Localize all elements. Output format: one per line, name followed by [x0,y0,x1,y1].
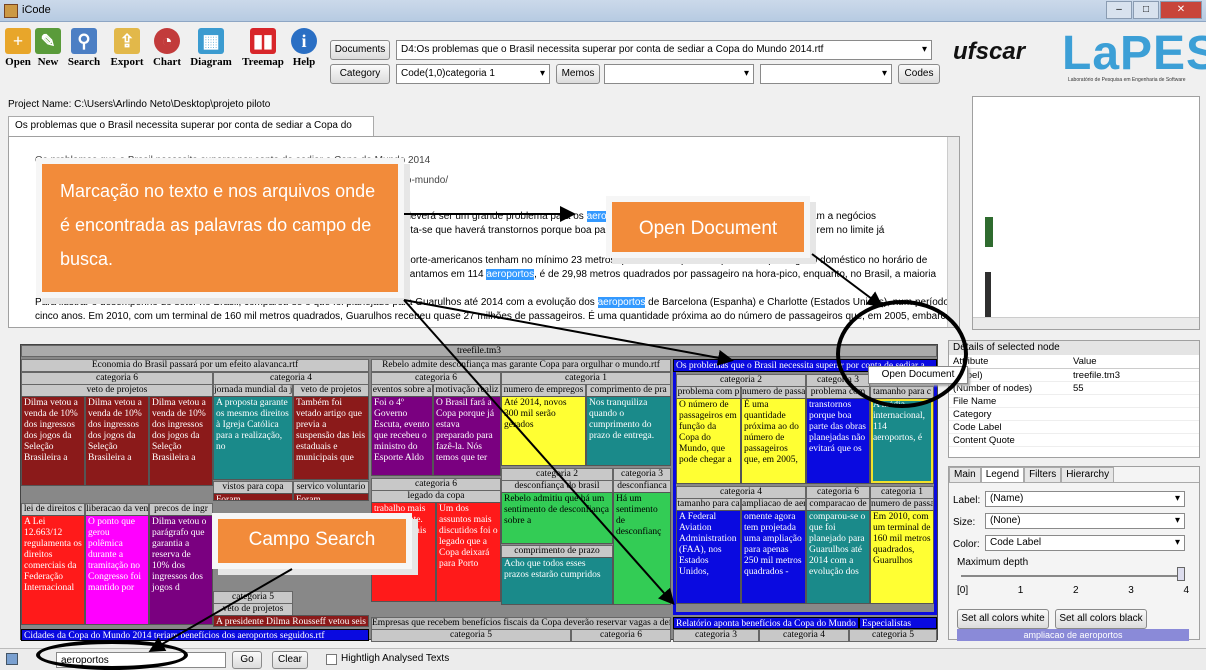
annotation-ring-search [36,640,188,670]
annotation-ring-open [836,300,968,408]
annotation-arrows [148,206,884,653]
